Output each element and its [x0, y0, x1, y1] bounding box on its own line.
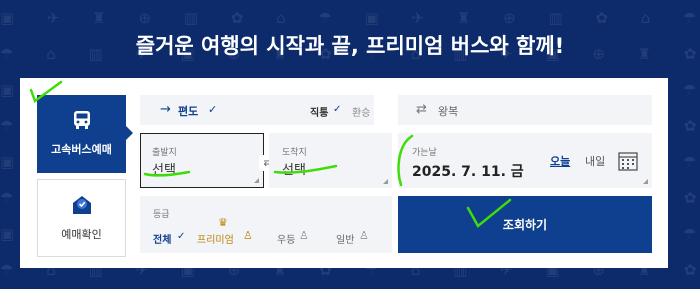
page-headline: 즐거운 여행의 시작과 끝, 프리미엄 버스와 함께! — [135, 34, 565, 58]
search-button[interactable]: 조회하기 — [398, 196, 652, 253]
transfer-option[interactable]: 환승 — [352, 104, 370, 119]
departure-label: 출발지 — [152, 148, 177, 158]
swap-icon: ⇄ — [416, 102, 427, 117]
arrival-field[interactable]: 도착지 선택 — [269, 133, 392, 188]
one-way-check-icon: ✓ — [208, 103, 218, 116]
direct-check-icon: ✓ — [333, 104, 342, 115]
grade-normal-option[interactable]: 일반 — [336, 231, 354, 246]
bus-icon — [73, 111, 90, 129]
arrival-label: 도착지 — [282, 148, 307, 158]
resize-corner-icon — [643, 179, 648, 184]
annotation-underline — [143, 170, 191, 177]
arrow-right-icon: → — [160, 102, 171, 117]
tab-bus-booking-label: 고속버스예매 — [51, 143, 112, 156]
crown-icon: ♛ — [218, 216, 228, 229]
tab-booking-check-label: 예매확인 — [61, 228, 102, 241]
departure-date-field[interactable]: 가는날 2025. 7. 11. 금 오늘 내일 — [398, 133, 652, 188]
resize-corner-icon — [254, 178, 259, 183]
annotation-underline — [273, 164, 338, 174]
normal-seat-icon: ♙ — [359, 229, 369, 242]
tomorrow-button[interactable]: 내일 — [585, 153, 605, 169]
grade-all-check-icon: ✓ — [177, 231, 186, 242]
superior-seat-icon: ♙ — [299, 229, 309, 242]
grade-premium-option[interactable]: 프리미엄 — [197, 231, 234, 246]
annotation-bracket — [397, 134, 414, 187]
tab-booking-check[interactable]: 예매확인 — [37, 179, 126, 257]
today-button[interactable]: 오늘 — [550, 153, 570, 169]
tab-bus-booking[interactable]: 고속버스예매 — [37, 95, 133, 173]
annotation-checkmark — [29, 80, 63, 103]
round-trip-option[interactable]: ⇄ 왕복 — [398, 95, 652, 125]
direct-option[interactable]: 직통 — [310, 104, 328, 119]
ticket-check-icon — [72, 196, 91, 214]
premium-seat-icon: ♙ — [243, 229, 253, 242]
trip-type-bar: → 편도 ✓ 직통 ✓ 환승 — [140, 95, 374, 125]
grade-superior-option[interactable]: 우등 — [277, 231, 295, 246]
calendar-icon[interactable] — [618, 151, 638, 171]
one-way-option[interactable]: 편도 — [178, 103, 198, 119]
booking-panel: 고속버스예매 예매확인 → 편도 ✓ 직통 ✓ 환승 ⇄ 왕복 출발지 선택 ⇄… — [20, 78, 668, 268]
grade-field: 등급 전체 ✓ ♛ 프리미엄 ♙ 우등 ♙ 일반 ♙ — [140, 196, 392, 253]
grade-label: 등급 — [153, 210, 170, 220]
booking-page: ▣ ✈ ♜ ⊕ ▥ ✿ ⌂ ☂ ▣ ✈ ♜ ⊕ ▥ ✿ ⌂ ☂ ▣ ✈ ♜ ⊕ … — [0, 0, 700, 289]
date-value: 2025. 7. 11. 금 — [412, 164, 524, 180]
round-trip-label: 왕복 — [438, 105, 459, 118]
resize-corner-icon — [383, 179, 388, 184]
grade-all-option[interactable]: 전체 — [153, 231, 171, 246]
annotation-checkmark — [466, 198, 512, 228]
